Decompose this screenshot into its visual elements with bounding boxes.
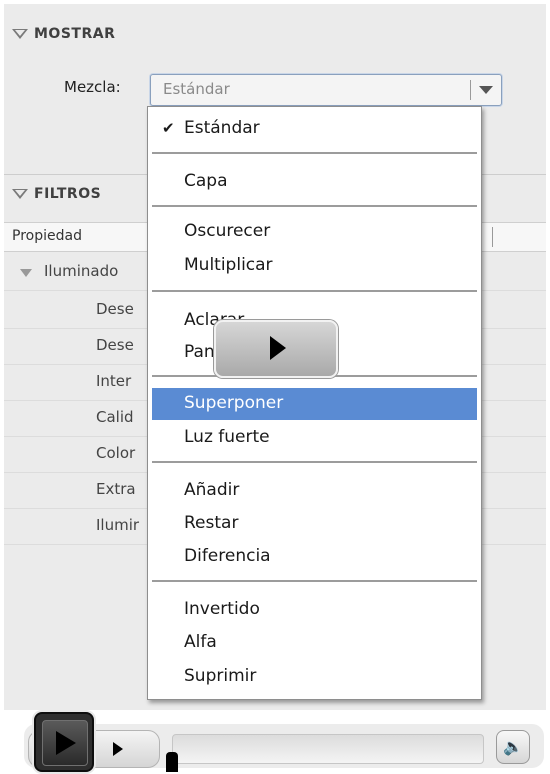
play-icon (270, 336, 286, 360)
row-label: Iluminado (44, 262, 119, 280)
expand-triangle-icon[interactable] (20, 269, 32, 277)
blend-mode-select[interactable]: Estándar (150, 74, 502, 106)
menu-item-capa[interactable]: Capa (152, 166, 477, 198)
menu-item-multiplicar[interactable]: Multiplicar (152, 250, 477, 282)
menu-separator (152, 205, 477, 207)
filtros-header-label: FILTROS (34, 186, 102, 202)
menu-separator (152, 461, 477, 463)
seek-bar[interactable] (172, 734, 484, 764)
mostrar-section-header[interactable]: MOSTRAR (4, 18, 546, 50)
play-icon (56, 731, 76, 755)
blend-mode-value: Estándar (163, 80, 230, 98)
video-controls: 🔈 (0, 712, 550, 774)
row-label: Inter (96, 372, 132, 390)
chevron-down-icon[interactable] (479, 86, 493, 94)
seek-handle[interactable] (166, 752, 178, 772)
menu-item-suprimir[interactable]: Suprimir (152, 661, 477, 693)
collapse-triangle-icon (12, 189, 28, 199)
checkmark-icon: ✔ (162, 119, 175, 137)
menu-item-estandar[interactable]: ✔ Estándar (152, 113, 477, 145)
play-overlay-button[interactable] (214, 320, 338, 378)
select-divider (470, 80, 471, 100)
mezcla-label: Mezcla: (64, 78, 121, 96)
row-label: Ilumir (96, 516, 140, 534)
menu-item-restar[interactable]: Restar (152, 508, 477, 540)
column-header-propiedad: Propiedad (12, 228, 82, 244)
play-icon (113, 742, 123, 756)
column-resize-handle[interactable] (492, 227, 493, 247)
menu-item-invertido[interactable]: Invertido (152, 594, 477, 626)
row-label: Dese (96, 300, 134, 318)
menu-item-anadir[interactable]: Añadir (152, 475, 477, 507)
row-label: Extra (96, 480, 136, 498)
menu-separator (152, 580, 477, 582)
menu-separator (152, 152, 477, 154)
row-label: Dese (96, 336, 134, 354)
menu-separator (152, 290, 477, 292)
row-label: Calid (96, 408, 134, 426)
menu-item-diferencia[interactable]: Diferencia (152, 541, 477, 573)
mostrar-header-label: MOSTRAR (34, 26, 116, 42)
speaker-icon[interactable]: 🔈 (496, 730, 530, 764)
play-button[interactable] (34, 712, 94, 772)
collapse-triangle-icon (12, 29, 28, 39)
menu-item-alfa[interactable]: Alfa (152, 627, 477, 659)
row-label: Color (96, 444, 136, 462)
play-button-face (42, 720, 88, 766)
menu-item-superponer[interactable]: Superponer (152, 388, 477, 420)
menu-item-luz-fuerte[interactable]: Luz fuerte (152, 422, 477, 454)
menu-item-oscurecer[interactable]: Oscurecer (152, 216, 477, 248)
blend-mode-dropdown-menu: ✔ Estándar Capa Oscurecer Multiplicar Ac… (147, 106, 482, 700)
